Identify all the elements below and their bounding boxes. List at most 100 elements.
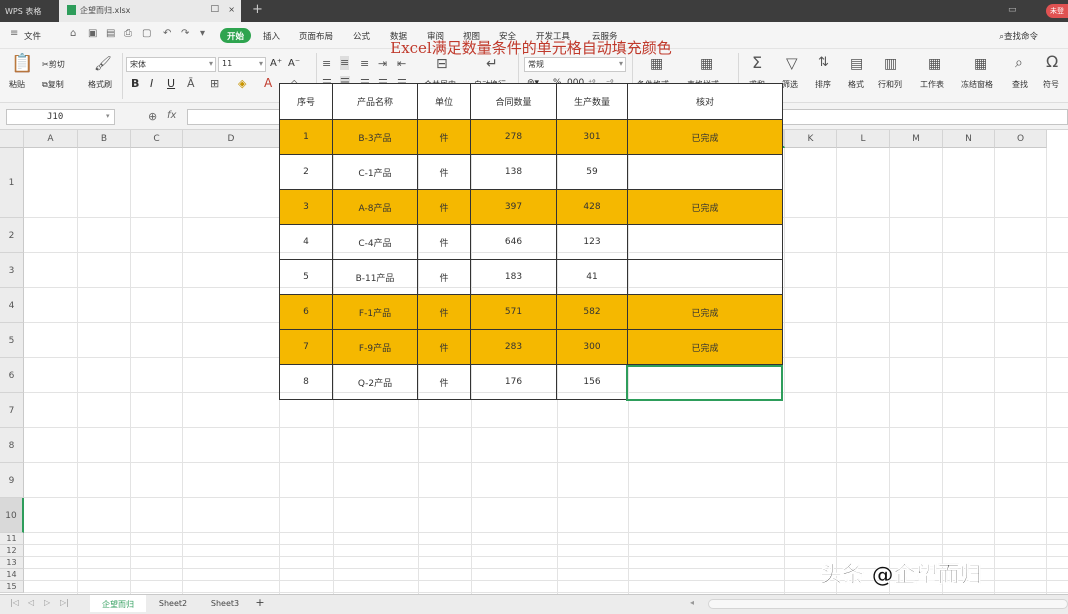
cell-product[interactable]: F-1产品 [332, 294, 418, 330]
app-tab[interactable]: WPS 表格 [0, 0, 58, 22]
chevron-down-icon[interactable]: ▾ [106, 112, 110, 120]
paste-icon[interactable]: 📋 [11, 55, 33, 73]
cell-check[interactable]: 已完成 [627, 119, 783, 155]
column-header-m[interactable]: M [890, 130, 943, 148]
italic-button[interactable]: I [150, 77, 153, 90]
freeze-icon[interactable]: ▦ [974, 57, 987, 71]
font-size-select[interactable]: 11 ▾ [218, 57, 266, 72]
cell-check[interactable] [627, 259, 783, 295]
cell-produced-qty[interactable]: 428 [556, 189, 628, 225]
filter-icon[interactable]: ▽ [786, 56, 798, 71]
row-header-9[interactable]: 9 [0, 463, 24, 498]
paste-button[interactable]: 粘贴 [9, 79, 25, 90]
cell-product[interactable]: B-3产品 [332, 119, 418, 155]
worksheet-icon[interactable]: ▦ [928, 57, 941, 71]
sheet-tab-3[interactable]: Sheet3 [200, 595, 250, 612]
font-color-icon[interactable]: A [264, 76, 272, 90]
cell-unit[interactable]: 件 [417, 364, 471, 400]
symbol-button[interactable]: 符号 [1043, 79, 1059, 90]
header-product[interactable]: 产品名称 [332, 83, 418, 120]
cell-no[interactable]: 1 [279, 119, 333, 155]
header-produced-qty[interactable]: 生产数量 [556, 83, 628, 120]
cell-no[interactable]: 5 [279, 259, 333, 295]
cell-no[interactable]: 7 [279, 329, 333, 365]
header-check[interactable]: 核对 [627, 83, 783, 120]
horizontal-scrollbar[interactable] [708, 599, 1068, 609]
close-tab-icon[interactable]: × [228, 5, 235, 14]
format-painter-button[interactable]: 格式刷 [88, 79, 112, 90]
cell-check[interactable] [627, 224, 783, 260]
cell-contract-qty[interactable]: 646 [470, 224, 557, 260]
align-middle-icon[interactable]: ≡ [340, 56, 350, 70]
open-icon[interactable]: ⌂ [70, 28, 76, 39]
cell-contract-qty[interactable]: 571 [470, 294, 557, 330]
cell-unit[interactable]: 件 [417, 189, 471, 225]
select-all-corner[interactable] [0, 130, 24, 148]
prev-sheet-icon[interactable]: ◁ [28, 598, 34, 607]
cell-produced-qty[interactable]: 301 [556, 119, 628, 155]
grow-font-button[interactable]: A⁺ [270, 58, 282, 69]
column-header-l[interactable]: L [837, 130, 890, 148]
save-icon[interactable]: ▣ [88, 28, 97, 39]
freeze-button[interactable]: 冻结窗格 [961, 79, 993, 90]
cell-check[interactable]: 已完成 [627, 189, 783, 225]
sort-icon[interactable]: ⇅ [818, 56, 829, 70]
cell-produced-qty[interactable]: 156 [556, 364, 628, 400]
cell-contract-qty[interactable]: 138 [470, 154, 557, 190]
bold-button[interactable]: B [131, 77, 139, 90]
first-sheet-icon[interactable]: |◁ [10, 598, 19, 607]
align-top-icon[interactable]: ≡ [322, 57, 331, 71]
cell-contract-qty[interactable]: 278 [470, 119, 557, 155]
export-icon[interactable]: ▤ [106, 28, 115, 39]
sort-button[interactable]: 排序 [815, 79, 831, 90]
undo-icon[interactable]: ↶ [163, 28, 171, 39]
worksheet-button[interactable]: 工作表 [920, 79, 944, 90]
shrink-font-button[interactable]: A⁻ [288, 58, 300, 69]
find-icon[interactable]: ⌕ [1015, 56, 1023, 70]
row-header-2[interactable]: 2 [0, 218, 24, 253]
add-sheet-button[interactable]: + [252, 595, 268, 612]
header-unit[interactable]: 单位 [417, 83, 471, 120]
wrap-icon[interactable]: ↵ [486, 57, 498, 71]
row-header-5[interactable]: 5 [0, 323, 24, 358]
print-icon[interactable]: ⎙ [124, 28, 132, 39]
find-command[interactable]: ⌕查找命令 [999, 30, 1038, 42]
user-badge[interactable]: 未登 [1046, 4, 1068, 18]
column-header-o[interactable]: O [995, 130, 1047, 148]
table-style-icon[interactable]: ▦ [700, 57, 713, 71]
pin-icon[interactable]: □ [210, 4, 219, 14]
sum-icon[interactable]: Σ [752, 55, 762, 71]
border-icon[interactable]: ⊞ [210, 77, 219, 91]
row-header-6[interactable]: 6 [0, 358, 24, 393]
preview-icon[interactable]: ▢ [142, 28, 151, 39]
column-header-c[interactable]: C [131, 130, 183, 148]
header-no[interactable]: 序号 [279, 83, 333, 120]
cell-unit[interactable]: 件 [417, 154, 471, 190]
cell-produced-qty[interactable]: 300 [556, 329, 628, 365]
sheet-tab-active[interactable]: 企望而归 [90, 595, 146, 612]
cell-no[interactable]: 4 [279, 224, 333, 260]
cell-unit[interactable]: 件 [417, 329, 471, 365]
row-col-button[interactable]: 行和列 [878, 79, 902, 90]
align-bottom-icon[interactable]: ≡ [360, 57, 369, 71]
cell-check[interactable]: 已完成 [627, 294, 783, 330]
more-icon[interactable]: ▾ [200, 28, 205, 39]
strikethrough-icon[interactable]: Ā [187, 77, 195, 91]
cell-unit[interactable]: 件 [417, 259, 471, 295]
conditional-format-icon[interactable]: ▦ [650, 57, 663, 71]
cut-button[interactable]: ✂剪切 [42, 59, 65, 70]
number-format-select[interactable]: 常规 ▾ [524, 57, 626, 72]
row-header-3[interactable]: 3 [0, 253, 24, 288]
next-sheet-icon[interactable]: ▷ [44, 598, 50, 607]
indent-icon[interactable]: ⇥ [378, 57, 387, 71]
cell-check[interactable] [627, 154, 783, 190]
row-col-icon[interactable]: ▥ [884, 57, 897, 71]
cell-produced-qty[interactable]: 123 [556, 224, 628, 260]
row-header-1[interactable]: 1 [0, 148, 24, 218]
cell-product[interactable]: B-11产品 [332, 259, 418, 295]
row-header-8[interactable]: 8 [0, 428, 24, 463]
cell-check[interactable]: 已完成 [627, 329, 783, 365]
format-button[interactable]: 格式 [848, 79, 864, 90]
column-header-a[interactable]: A [24, 130, 78, 148]
zoom-icon[interactable]: ⊕ [148, 110, 157, 123]
